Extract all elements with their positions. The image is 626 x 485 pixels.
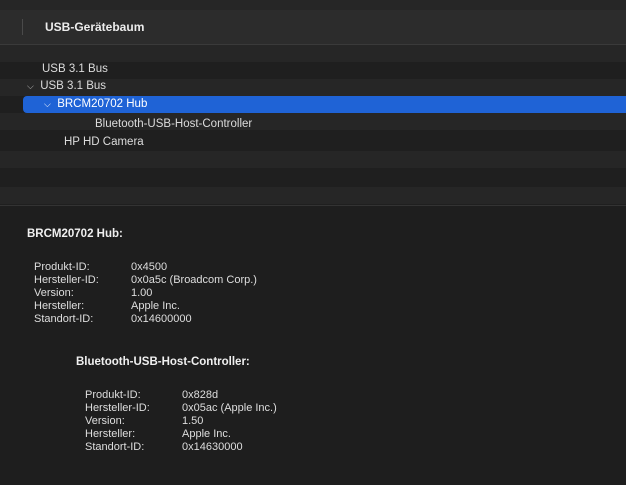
field-key: Hersteller: [85,428,136,440]
tree-item-label: Bluetooth-USB-Host-Controller [95,118,253,130]
tree-header-title: USB-Gerätebaum [45,20,145,34]
header-divider [22,19,23,35]
tree-row-background [0,187,626,204]
tree-item-usb-bus-2[interactable]: ⌵ USB 3.1 Bus [0,78,626,95]
device-details-panel: BRCM20702 Hub: Produkt-ID: 0x4500 Herste… [0,205,626,485]
field-key: Standort-ID: [85,441,145,453]
field-value: 0x0a5c (Broadcom Corp.) [131,274,257,286]
field-value: 0x05ac (Apple Inc.) [182,402,277,414]
tree-item-label: HP HD Camera [64,136,144,148]
field-value: 0x4500 [131,261,168,273]
tree-item-bluetooth-controller[interactable]: Bluetooth-USB-Host-Controller [0,116,626,133]
chevron-down-icon[interactable]: ⌵ [27,78,37,95]
field-key: Standort-ID: [34,313,94,325]
tree-item-brcm20702-hub[interactable]: ⌵ BRCM20702 Hub [23,96,626,113]
field-value: 0x828d [182,389,219,401]
field-key: Version: [85,415,125,427]
usb-device-tree: USB 3.1 Bus ⌵ USB 3.1 Bus ⌵ BRCM20702 Hu… [0,45,626,205]
field-value: Apple Inc. [131,300,180,312]
hub-details-title: BRCM20702 Hub: [27,228,123,240]
field-value: 1.00 [131,287,153,299]
tree-item-label: BRCM20702 Hub [57,98,148,110]
field-value: 1.50 [182,415,204,427]
tree-header: USB-Gerätebaum [0,10,626,45]
tree-item-label: USB 3.1 Bus [42,63,108,75]
bluetooth-details-title: Bluetooth-USB-Host-Controller: [76,356,250,368]
tree-item-usb-bus-1[interactable]: USB 3.1 Bus [0,61,626,78]
chevron-down-icon[interactable]: ⌵ [44,96,54,113]
tree-item-hp-hd-camera[interactable]: HP HD Camera [0,134,626,151]
field-key: Hersteller-ID: [34,274,99,286]
field-value: 0x14600000 [131,313,192,325]
field-key: Hersteller-ID: [85,402,150,414]
field-value: 0x14630000 [182,441,243,453]
field-key: Produkt-ID: [34,261,90,273]
tree-row-background [0,151,626,168]
tree-row-background [0,45,626,62]
tree-item-label: USB 3.1 Bus [40,80,107,92]
field-key: Version: [34,287,74,299]
field-value: Apple Inc. [182,428,231,440]
window-top-strip [0,0,626,10]
field-key: Produkt-ID: [85,389,141,401]
field-key: Hersteller: [34,300,85,312]
